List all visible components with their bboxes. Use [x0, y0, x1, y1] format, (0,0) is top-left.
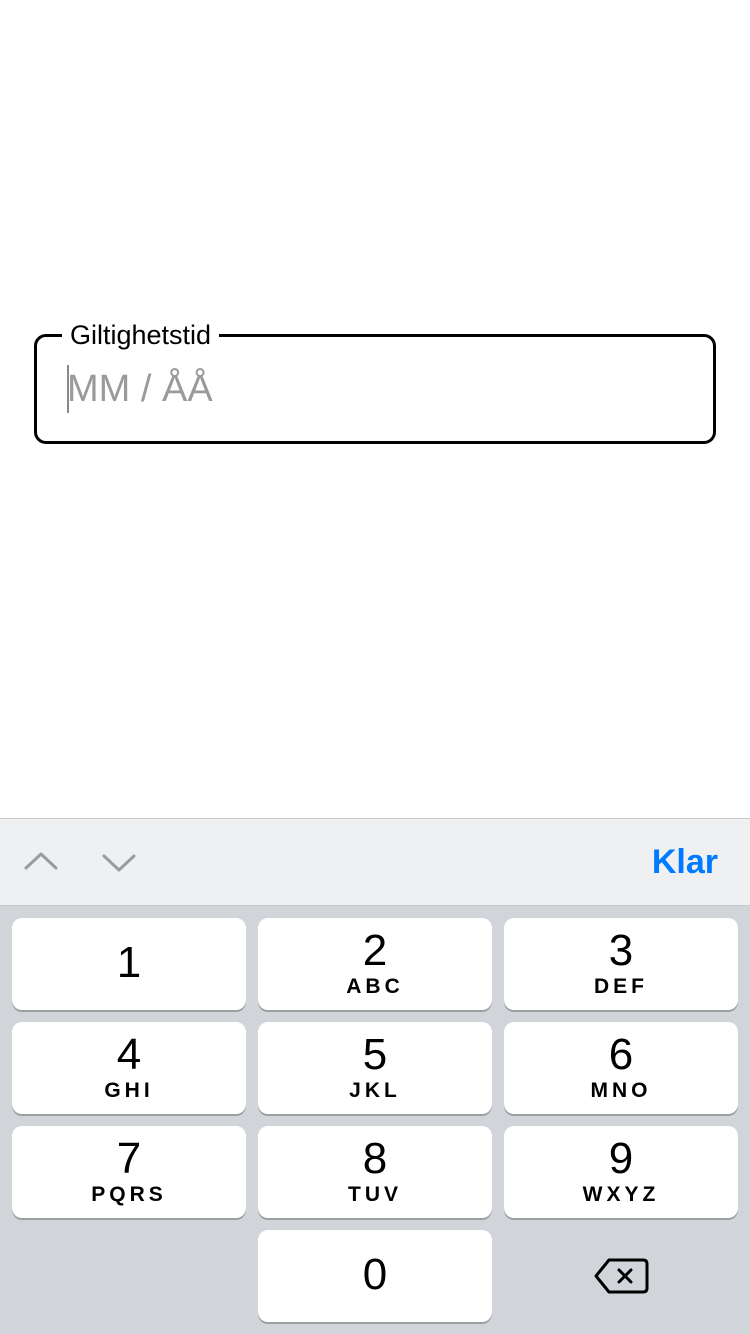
key-letters: JKL: [349, 1079, 401, 1103]
key-number: 0: [363, 1253, 387, 1297]
key-blank: [12, 1230, 246, 1322]
key-number: 2: [363, 929, 387, 973]
expiry-field-label: Giltighetstid: [62, 320, 219, 351]
key-letters: DEF: [594, 975, 648, 999]
key-letters: ABC: [346, 975, 404, 999]
key-4[interactable]: 4 GHI: [12, 1022, 246, 1114]
key-letters: TUV: [348, 1183, 402, 1207]
key-7[interactable]: 7 PQRS: [12, 1126, 246, 1218]
key-0[interactable]: 0: [258, 1230, 492, 1322]
chevron-down-icon[interactable]: [100, 850, 138, 874]
key-number: 1: [117, 941, 141, 985]
key-letters: WXYZ: [583, 1183, 660, 1207]
key-number: 6: [609, 1033, 633, 1077]
key-3[interactable]: 3 DEF: [504, 918, 738, 1010]
key-letters: MNO: [591, 1079, 652, 1103]
expiry-input[interactable]: [67, 368, 683, 411]
backspace-icon: [593, 1256, 649, 1296]
key-letters: GHI: [104, 1079, 153, 1103]
expiry-field-container: Giltighetstid: [34, 334, 716, 444]
key-9[interactable]: 9 WXYZ: [504, 1126, 738, 1218]
key-number: 8: [363, 1137, 387, 1181]
key-letters: PQRS: [91, 1183, 167, 1207]
done-button[interactable]: Klar: [652, 843, 728, 882]
key-number: 5: [363, 1033, 387, 1077]
text-cursor: [67, 365, 69, 413]
key-backspace[interactable]: [504, 1230, 738, 1322]
key-2[interactable]: 2 ABC: [258, 918, 492, 1010]
key-number: 7: [117, 1137, 141, 1181]
key-1[interactable]: 1: [12, 918, 246, 1010]
key-number: 3: [609, 929, 633, 973]
key-5[interactable]: 5 JKL: [258, 1022, 492, 1114]
chevron-up-icon[interactable]: [22, 850, 60, 874]
nav-arrows-group: [22, 850, 138, 874]
numeric-keypad: 1 2 ABC 3 DEF 4 GHI 5 JKL 6 MNO 7 PQRS 8: [0, 906, 750, 1334]
key-number: 9: [609, 1137, 633, 1181]
form-area: Giltighetstid: [34, 334, 716, 444]
key-8[interactable]: 8 TUV: [258, 1126, 492, 1218]
key-6[interactable]: 6 MNO: [504, 1022, 738, 1114]
key-number: 4: [117, 1033, 141, 1077]
keyboard-accessory-bar: Klar: [0, 818, 750, 906]
keyboard-area: Klar 1 2 ABC 3 DEF 4 GHI 5 JKL 6 MNO 7 P…: [0, 818, 750, 1334]
